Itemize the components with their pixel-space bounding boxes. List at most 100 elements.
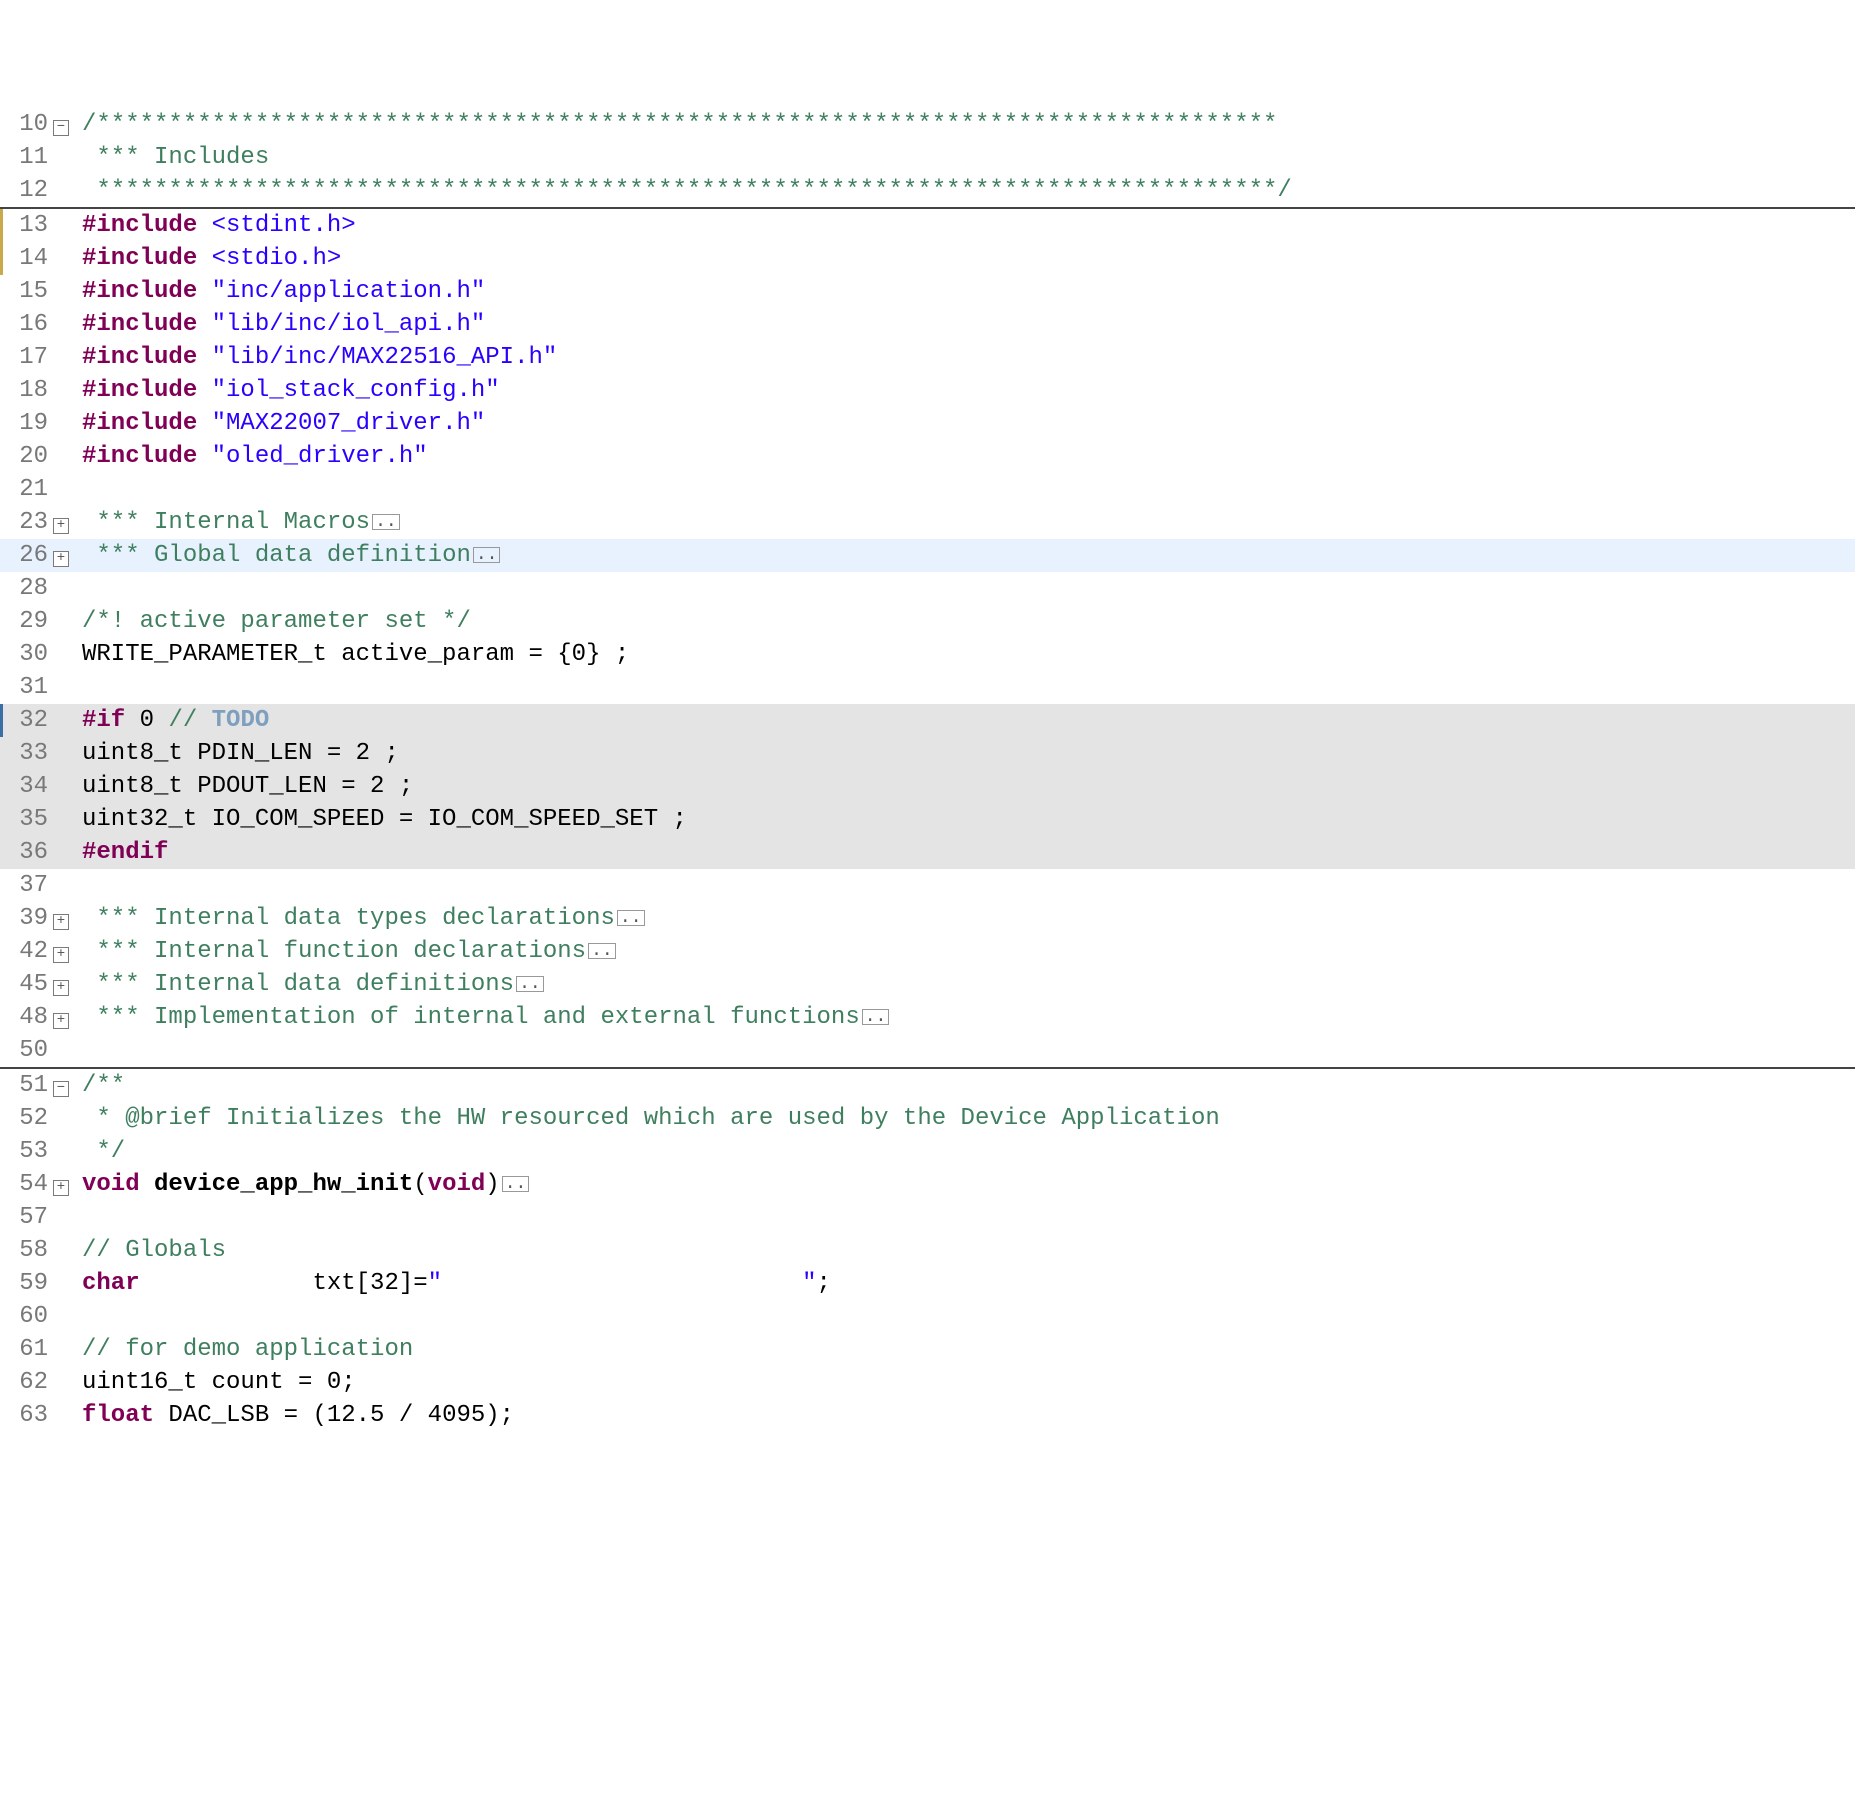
preprocessor-keyword: #endif: [82, 839, 168, 866]
line-number: 60: [0, 1300, 50, 1333]
code-line[interactable]: 37: [0, 869, 1855, 902]
preprocessor-keyword: #include: [82, 212, 197, 239]
code-line[interactable]: 36 #endif: [0, 836, 1855, 869]
code-line[interactable]: 21: [0, 473, 1855, 506]
code-text: uint8_t PDIN_LEN = 2 ;: [82, 740, 399, 767]
code-line[interactable]: 18 #include "iol_stack_config.h": [0, 374, 1855, 407]
code-text: uint16_t count = 0;: [82, 1369, 356, 1396]
line-number: 33: [0, 737, 50, 770]
fold-ellipsis-icon[interactable]: ..: [862, 1009, 890, 1025]
code-line[interactable]: 15 #include "inc/application.h": [0, 275, 1855, 308]
fold-ellipsis-icon[interactable]: ..: [473, 547, 501, 563]
code-line[interactable]: 13 #include <stdint.h>: [0, 207, 1855, 242]
line-number: 20: [0, 440, 50, 473]
code-line[interactable]: 57: [0, 1201, 1855, 1234]
code-line[interactable]: 16 #include "lib/inc/iol_api.h": [0, 308, 1855, 341]
line-number: 17: [0, 341, 50, 374]
code-line[interactable]: 58 // Globals: [0, 1234, 1855, 1267]
fold-plus-icon[interactable]: +: [53, 947, 69, 963]
include-arg: "inc/application.h": [212, 278, 486, 305]
fold-plus-icon[interactable]: +: [53, 980, 69, 996]
code-line[interactable]: 20 #include "oled_driver.h": [0, 440, 1855, 473]
fold-plus-icon[interactable]: +: [53, 551, 69, 567]
code-line[interactable]: 62 uint16_t count = 0;: [0, 1366, 1855, 1399]
line-number: 45: [0, 968, 50, 1001]
code-line[interactable]: 35 uint32_t IO_COM_SPEED = IO_COM_SPEED_…: [0, 803, 1855, 836]
keyword: float: [82, 1402, 154, 1429]
line-number: 37: [0, 869, 50, 902]
code-line-folded[interactable]: 39 + *** Internal data types declaration…: [0, 902, 1855, 935]
code-line-folded[interactable]: 48 + *** Implementation of internal and …: [0, 1001, 1855, 1034]
code-line[interactable]: 51 − /**: [0, 1067, 1855, 1102]
code-line[interactable]: 50: [0, 1034, 1855, 1067]
code-line[interactable]: 31: [0, 671, 1855, 704]
line-number: 57: [0, 1201, 50, 1234]
code-line[interactable]: 29 /*! active parameter set */: [0, 605, 1855, 638]
code-line[interactable]: 14 #include <stdio.h>: [0, 242, 1855, 275]
fold-plus-icon[interactable]: +: [53, 914, 69, 930]
comment-text: * @brief Initializes the HW resourced wh…: [82, 1105, 1220, 1132]
code-line[interactable]: 52 * @brief Initializes the HW resourced…: [0, 1102, 1855, 1135]
code-line-folded[interactable]: 54 + void device_app_hw_init(void)..: [0, 1168, 1855, 1201]
code-line[interactable]: 28: [0, 572, 1855, 605]
code-line[interactable]: 61 // for demo application: [0, 1333, 1855, 1366]
comment-text: Global data definition: [154, 542, 471, 569]
fold-minus-icon[interactable]: −: [53, 1081, 69, 1097]
todo-tag: TODO: [212, 707, 270, 734]
code-line[interactable]: 59 char txt[32]=" ";: [0, 1267, 1855, 1300]
code-line[interactable]: 53 */: [0, 1135, 1855, 1168]
code-line[interactable]: 63 float DAC_LSB = (12.5 / 4095);: [0, 1399, 1855, 1432]
fold-ellipsis-icon[interactable]: ..: [588, 943, 616, 959]
code-line[interactable]: 11 *** Includes: [0, 141, 1855, 174]
code-line-folded[interactable]: 45 + *** Internal data definitions..: [0, 968, 1855, 1001]
fold-ellipsis-icon[interactable]: ..: [617, 910, 645, 926]
line-number: 13: [0, 209, 50, 242]
code-text: WRITE_PARAMETER_t active_param = {0} ;: [82, 641, 629, 668]
comment-block: ****************************************…: [82, 177, 1292, 204]
code-line[interactable]: 30 WRITE_PARAMETER_t active_param = {0} …: [0, 638, 1855, 671]
line-number: 42: [0, 935, 50, 968]
line-number: 12: [0, 174, 50, 207]
line-number: 53: [0, 1135, 50, 1168]
fold-ellipsis-icon[interactable]: ..: [372, 514, 400, 530]
line-number: 29: [0, 605, 50, 638]
code-line[interactable]: 32 #if 0 // TODO: [0, 704, 1855, 737]
fold-plus-icon[interactable]: +: [53, 518, 69, 534]
code-text: DAC_LSB = (12.5 / 4095);: [154, 1402, 514, 1429]
line-number: 48: [0, 1001, 50, 1034]
string-literal: " ": [428, 1270, 817, 1297]
code-text: 0: [125, 707, 168, 734]
line-number: 30: [0, 638, 50, 671]
code-text: ;: [817, 1270, 831, 1297]
fold-plus-icon[interactable]: +: [53, 1180, 69, 1196]
include-arg: <stdio.h>: [212, 245, 342, 272]
comment-text: /*! active parameter set */: [82, 608, 471, 635]
code-line[interactable]: 10 − /**********************************…: [0, 108, 1855, 141]
code-line[interactable]: 33 uint8_t PDIN_LEN = 2 ;: [0, 737, 1855, 770]
fold-ellipsis-icon[interactable]: ..: [502, 1176, 530, 1192]
code-line-folded[interactable]: 26 + *** Global data definition..: [0, 539, 1855, 572]
code-line[interactable]: 34 uint8_t PDOUT_LEN = 2 ;: [0, 770, 1855, 803]
include-arg: "oled_driver.h": [212, 443, 428, 470]
line-number: 28: [0, 572, 50, 605]
keyword: void: [82, 1171, 140, 1198]
include-arg: <stdint.h>: [212, 212, 356, 239]
code-editor[interactable]: 10 − /**********************************…: [0, 108, 1855, 1432]
fold-minus-icon[interactable]: −: [53, 120, 69, 136]
code-line-folded[interactable]: 42 + *** Internal function declarations.…: [0, 935, 1855, 968]
fold-ellipsis-icon[interactable]: ..: [516, 976, 544, 992]
line-number: 52: [0, 1102, 50, 1135]
code-line[interactable]: 19 #include "MAX22007_driver.h": [0, 407, 1855, 440]
line-number: 26: [0, 539, 50, 572]
line-number: 11: [0, 141, 50, 174]
code-line[interactable]: 12 *************************************…: [0, 174, 1855, 207]
code-line-folded[interactable]: 23 + *** Internal Macros..: [0, 506, 1855, 539]
preprocessor-keyword: #include: [82, 377, 197, 404]
code-line[interactable]: 60: [0, 1300, 1855, 1333]
comment-stars: ***: [82, 938, 154, 965]
line-number: 31: [0, 671, 50, 704]
comment-text: // for demo application: [82, 1336, 413, 1363]
include-arg: "lib/inc/iol_api.h": [212, 311, 486, 338]
code-line[interactable]: 17 #include "lib/inc/MAX22516_API.h": [0, 341, 1855, 374]
fold-plus-icon[interactable]: +: [53, 1013, 69, 1029]
